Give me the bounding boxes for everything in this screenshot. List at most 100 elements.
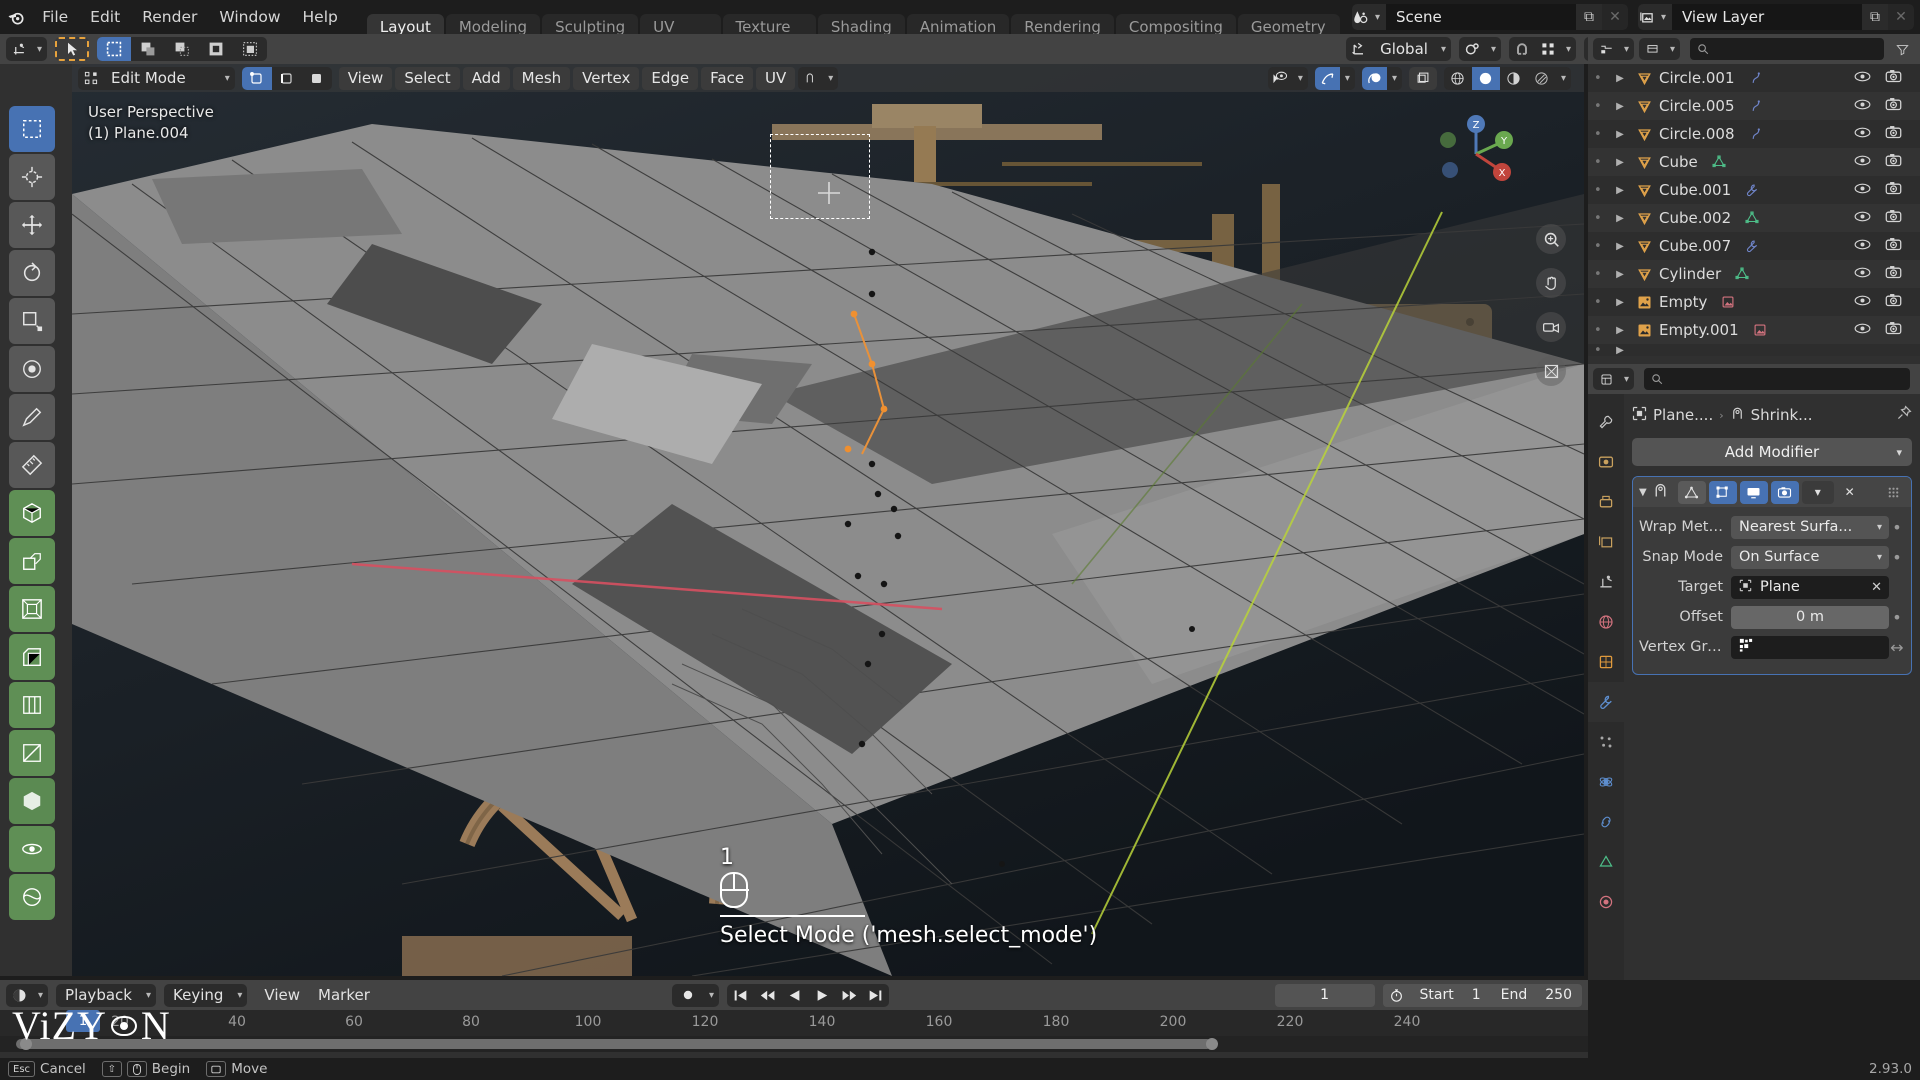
modifier-panel[interactable]: ▼ ▾ ✕ Wrap Meth... Nearest Surfa... ▾ • … <box>1632 476 1912 675</box>
navigation-gizmo[interactable]: Z Y X <box>1434 112 1518 196</box>
camera-icon[interactable] <box>1885 69 1902 87</box>
outliner-editor-icon[interactable] <box>1593 38 1619 60</box>
outliner-item-label[interactable]: Empty.001 <box>1659 321 1739 339</box>
outliner-row-circle-008[interactable]: • ▶ Circle.008 <box>1588 120 1920 148</box>
material-preview-icon[interactable] <box>1500 67 1528 90</box>
object-data-icon[interactable] <box>1739 211 1765 225</box>
chevron-down-icon[interactable]: ▾ <box>141 990 156 1001</box>
solid-shading-icon[interactable] <box>1471 66 1500 90</box>
properties-tab-material[interactable] <box>1588 882 1624 922</box>
show-overlays-group[interactable]: ▾ <box>1314 66 1355 90</box>
properties-tab-constraints[interactable] <box>1588 802 1624 842</box>
outliner-row-empty-001[interactable]: • ▶ Empty.001 <box>1588 316 1920 344</box>
annotate-tool[interactable] <box>9 394 55 440</box>
chevron-down-icon[interactable]: ▾ <box>32 44 47 55</box>
eye-icon[interactable] <box>1854 293 1871 311</box>
unlink-scene-icon[interactable]: ✕ <box>1602 4 1628 30</box>
timeline-scrollbar[interactable] <box>0 1036 1588 1052</box>
animate-property-dot[interactable]: • <box>1889 518 1905 537</box>
vertex-group-field[interactable] <box>1731 635 1889 659</box>
rendered-shading-icon[interactable] <box>1528 67 1556 90</box>
expand-arrow-icon[interactable]: ▶ <box>1608 101 1632 112</box>
editor-type-selector[interactable]: ▾ <box>6 37 48 61</box>
outliner-item-label[interactable]: Cube.007 <box>1659 237 1731 255</box>
modifier-extras-icon[interactable]: ▾ <box>1801 480 1834 504</box>
modifier-close-icon[interactable]: ✕ <box>1837 481 1863 504</box>
outliner-row-cube-002[interactable]: • ▶ Cube.002 <box>1588 204 1920 232</box>
object-data-icon[interactable] <box>1743 99 1769 113</box>
chevron-down-icon[interactable]: ▾ <box>1486 44 1501 55</box>
viewport-menu-select[interactable]: Select <box>395 66 460 90</box>
clear-target-icon[interactable]: ✕ <box>1871 580 1882 595</box>
outliner-item-label[interactable]: Circle.008 <box>1659 125 1735 143</box>
properties-tab-modifier[interactable] <box>1588 682 1624 722</box>
vertex-select-icon[interactable] <box>241 66 272 90</box>
expand-arrow-icon[interactable]: ▶ <box>1608 297 1632 308</box>
outliner-editor[interactable]: ▾ ▾ • ▶ Circle.001 • ▶ Circle.005 • ▶ Circle.008… <box>1588 34 1920 364</box>
viewport-menu-add[interactable]: Add <box>462 66 510 90</box>
timeline-playhead[interactable]: 1 <box>66 1010 100 1032</box>
jump-to-start-button[interactable] <box>727 984 754 1007</box>
uv-sync-icon[interactable] <box>798 67 823 90</box>
outliner-search-input[interactable] <box>1690 38 1884 60</box>
outliner-row-circle-001[interactable]: • ▶ Circle.001 <box>1588 64 1920 92</box>
animate-property-dot[interactable]: • <box>1889 608 1905 627</box>
scene-selector[interactable]: ▾ Scene ⧉ ✕ <box>1352 4 1628 30</box>
expand-arrow-icon[interactable]: ▶ <box>1608 241 1632 252</box>
camera-icon[interactable] <box>1885 181 1902 199</box>
chevron-down-icon[interactable]: ▾ <box>33 990 48 1001</box>
eye-icon[interactable] <box>1854 209 1871 227</box>
properties-editor[interactable]: ▾ Plane.... › Shrink... Add Modifier ▾ ▼… <box>1588 364 1920 980</box>
select-extend-icon[interactable] <box>131 37 165 61</box>
breadcrumb-object-name[interactable]: Plane.... <box>1653 406 1713 424</box>
expand-arrow-icon[interactable]: ▶ <box>1608 325 1632 336</box>
select-intersect-icon[interactable] <box>233 37 267 61</box>
chevron-down-icon[interactable]: ▾ <box>704 990 719 1001</box>
outliner-editor-type[interactable]: ▾ <box>1593 38 1635 60</box>
outliner-row-circle-005[interactable]: • ▶ Circle.005 <box>1588 92 1920 120</box>
object-data-icon[interactable] <box>1739 183 1765 197</box>
move-tool[interactable] <box>9 202 55 248</box>
eye-icon[interactable] <box>1854 153 1871 171</box>
expand-arrow-icon[interactable]: ▶ <box>1608 185 1632 196</box>
tweak-cursor-icon[interactable] <box>55 37 90 61</box>
outliner-row-cube-007[interactable]: • ▶ Cube.007 <box>1588 232 1920 260</box>
extrude-region-tool[interactable] <box>9 538 55 584</box>
eye-icon[interactable] <box>1854 181 1871 199</box>
outliner-row-cylinder[interactable]: • ▶ Cylinder <box>1588 260 1920 288</box>
chevron-down-icon[interactable]: ▾ <box>232 990 247 1001</box>
chevron-down-icon[interactable]: ▾ <box>823 73 838 84</box>
select-box-tool[interactable] <box>9 106 55 152</box>
pan-hand-icon[interactable] <box>1536 268 1566 298</box>
expand-arrow-icon[interactable]: ▶ <box>1608 269 1632 280</box>
outliner-display-mode-icon[interactable] <box>1639 38 1665 60</box>
object-data-icon[interactable] <box>1747 323 1773 337</box>
add-modifier-button[interactable]: Add Modifier ▾ <box>1632 438 1912 466</box>
auto-keying-group[interactable]: ▾ <box>672 983 720 1007</box>
end-frame-field[interactable]: End 250 <box>1491 984 1582 1007</box>
properties-tab-tool[interactable] <box>1588 402 1624 442</box>
timeline-view-menu[interactable]: View <box>255 984 309 1007</box>
menu-help[interactable]: Help <box>292 4 349 30</box>
scene-icon[interactable]: ▾ <box>1352 4 1386 30</box>
timeline-editor[interactable]: ▾ Playback ▾ Keying ▾ View Marker ▾ 1 St… <box>0 980 1588 1058</box>
blender-logo-icon[interactable] <box>0 0 31 34</box>
menu-render[interactable]: Render <box>131 4 208 30</box>
properties-search-input[interactable] <box>1644 368 1910 390</box>
drag-dots-icon[interactable] <box>1881 481 1905 504</box>
outliner-tree[interactable]: • ▶ Circle.001 • ▶ Circle.005 • ▶ Circle.008 • ▶ Cu… <box>1588 64 1920 364</box>
snap-vertex-icon[interactable] <box>1535 37 1561 61</box>
scrollbar-thumb[interactable] <box>16 1039 1212 1049</box>
viewport-menu-view[interactable]: View <box>338 66 393 90</box>
editor-type-icon[interactable] <box>6 37 32 61</box>
outliner-row-cube[interactable]: • ▶ Cube <box>1588 148 1920 176</box>
chevron-down-icon[interactable]: ▾ <box>1665 44 1680 55</box>
outliner-item-label[interactable]: Cube.001 <box>1659 181 1731 199</box>
properties-tab-render[interactable] <box>1588 442 1624 482</box>
realtime-display-icon[interactable] <box>1739 480 1768 504</box>
outliner-display-mode[interactable]: ▾ <box>1639 38 1681 60</box>
zoom-icon[interactable] <box>1536 224 1566 254</box>
select-subtract-icon[interactable] <box>165 37 199 61</box>
select-invert-icon[interactable] <box>199 37 233 61</box>
scale-tool[interactable] <box>9 298 55 344</box>
